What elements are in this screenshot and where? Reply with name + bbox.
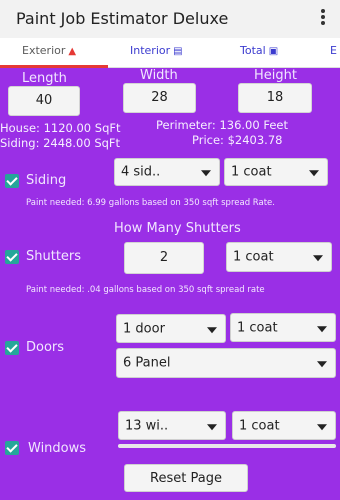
shutters-coat-dropdown[interactable]: 1 coat	[226, 242, 332, 272]
length-label: Length	[22, 71, 67, 86]
doors-count-dropdown[interactable]: 1 door	[116, 314, 226, 343]
shutters-paint-note: Paint needed: .04 gallons based on 350 s…	[26, 285, 265, 295]
tab-interior-label: Interior	[130, 44, 171, 57]
shutters-label: Shutters	[26, 249, 82, 264]
tab-total[interactable]: Total ▣	[240, 44, 278, 57]
siding-sqft: Siding: 2448.00 SqFt	[0, 136, 121, 150]
doors-type-value: 6 Panel	[123, 355, 171, 371]
perimeter-value: Perimeter: 136.00 Feet	[156, 118, 288, 132]
tab-exterior[interactable]: Exterior ▲	[22, 44, 76, 57]
shutters-checkbox[interactable]	[5, 250, 19, 264]
money-icon: ▣	[268, 46, 279, 57]
chevron-down-icon	[207, 423, 217, 430]
price-value: Price: $2403.78	[192, 133, 283, 147]
windows-coat-value: 1 coat	[239, 418, 280, 433]
tab-interior[interactable]: Interior ▤	[130, 44, 183, 57]
windows-count-value: 13 wi..	[125, 418, 169, 433]
doors-count-value: 1 door	[123, 321, 165, 336]
width-label: Width	[140, 68, 178, 83]
bed-icon: ▤	[173, 46, 183, 57]
siding-checkbox[interactable]	[5, 174, 19, 188]
exterior-panel: Length Width Height 40 28 18 House: 1120…	[0, 68, 340, 500]
siding-paint-note: Paint needed: 6.99 gallons based on 350 …	[26, 198, 275, 208]
shutters-count-input[interactable]: 2	[124, 242, 204, 274]
windows-count-dropdown[interactable]: 13 wi..	[118, 411, 226, 440]
tab-total-label: Total	[240, 44, 266, 57]
siding-coat-value: 1 coat	[231, 164, 272, 180]
height-label: Height	[254, 68, 297, 83]
overflow-menu-icon[interactable]	[318, 8, 328, 30]
windows-label: Windows	[28, 441, 87, 456]
chevron-down-icon	[317, 361, 327, 368]
width-input[interactable]: 28	[123, 83, 196, 113]
chevron-down-icon	[207, 326, 217, 333]
siding-sides-value: 4 sid..	[121, 164, 161, 180]
tab-more[interactable]: E	[330, 44, 337, 57]
windows-type-dropdown-edge[interactable]	[118, 444, 336, 448]
siding-sides-dropdown[interactable]: 4 sid..	[114, 158, 220, 186]
chevron-down-icon	[313, 255, 323, 262]
app-title: Paint Job Estimator Deluxe	[16, 9, 229, 28]
house-icon: ▲	[68, 46, 77, 57]
chevron-down-icon	[317, 423, 327, 430]
house-sqft: House: 1120.00 SqFt	[0, 121, 121, 135]
doors-type-dropdown[interactable]: 6 Panel	[116, 348, 336, 378]
chevron-down-icon	[317, 325, 327, 332]
reset-page-button[interactable]: Reset Page	[124, 464, 248, 492]
doors-checkbox[interactable]	[5, 341, 19, 355]
siding-label: Siding	[26, 173, 67, 188]
shutters-coat-value: 1 coat	[233, 249, 274, 265]
app-bar: Paint Job Estimator Deluxe	[0, 0, 340, 38]
doors-coat-value: 1 coat	[237, 320, 278, 335]
height-input[interactable]: 18	[238, 83, 312, 113]
shutters-heading: How Many Shutters	[114, 221, 241, 236]
windows-coat-dropdown[interactable]: 1 coat	[232, 411, 336, 440]
doors-label: Doors	[26, 340, 65, 355]
chevron-down-icon	[201, 170, 211, 177]
length-input[interactable]: 40	[8, 86, 80, 116]
tab-exterior-label: Exterior	[22, 44, 66, 57]
doors-coat-dropdown[interactable]: 1 coat	[230, 313, 336, 342]
chevron-down-icon	[309, 170, 319, 177]
windows-checkbox[interactable]	[5, 441, 19, 455]
tab-bar: Exterior ▲ Interior ▤ Total ▣ E	[0, 38, 340, 68]
siding-coat-dropdown[interactable]: 1 coat	[224, 158, 328, 186]
tab-more-label: E	[330, 44, 337, 57]
